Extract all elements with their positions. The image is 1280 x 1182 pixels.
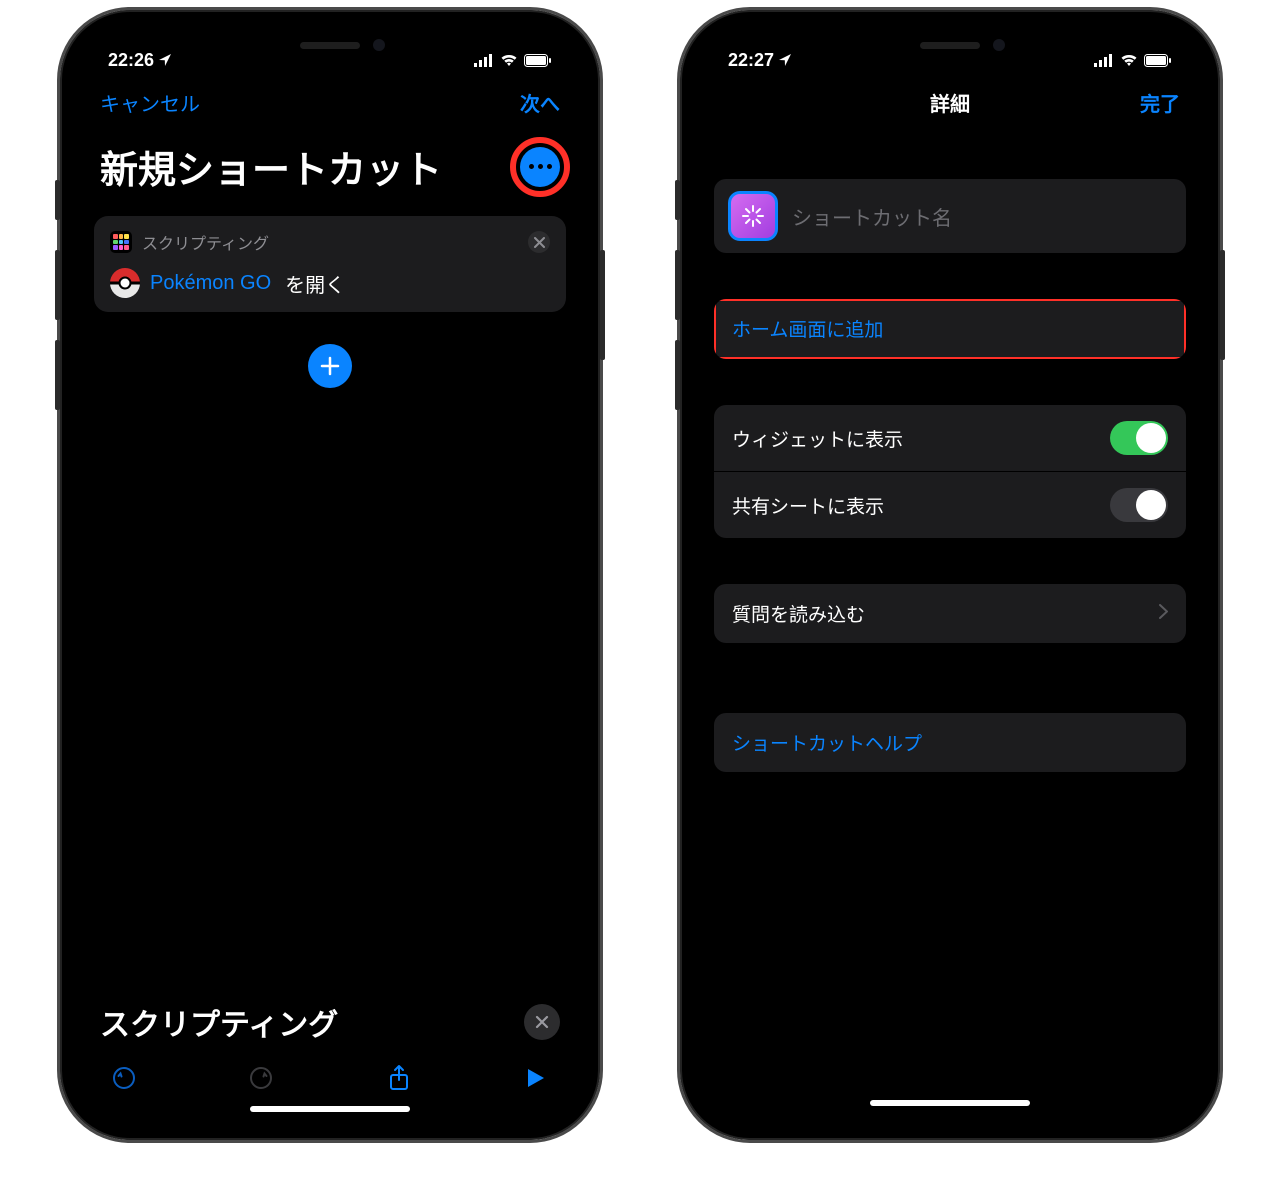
load-questions-row[interactable]: 質問を読み込む <box>714 584 1186 643</box>
title-row: 新規ショートカット <box>78 123 582 208</box>
status-time: 22:27 <box>728 50 774 71</box>
battery-icon <box>524 54 552 67</box>
add-to-home-label: ホーム画面に追加 <box>732 315 1168 342</box>
shortcut-name-input[interactable]: ショートカット名 <box>792 202 1172 231</box>
more-button[interactable] <box>520 147 560 187</box>
share-button[interactable] <box>383 1062 415 1094</box>
wifi-icon <box>1120 54 1138 67</box>
screen-left: 22:26 キャンセル 次へ 新規ショートカッ <box>78 28 582 1122</box>
load-questions-label: 質問を読み込む <box>732 600 1145 627</box>
cellular-icon <box>474 54 494 67</box>
search-category: スクリプティング <box>100 1000 338 1044</box>
cancel-button[interactable]: キャンセル <box>100 88 200 117</box>
annotation-circle <box>510 137 570 197</box>
nav-bar: キャンセル 次へ <box>78 78 582 123</box>
cellular-icon <box>1094 54 1114 67</box>
next-button[interactable]: 次へ <box>520 88 560 117</box>
widget-row: ウィジェットに表示 <box>714 405 1186 472</box>
widget-label: ウィジェットに表示 <box>732 425 1096 452</box>
action-verb: を開く <box>285 269 345 298</box>
help-label: ショートカットヘルプ <box>732 729 1168 756</box>
share-sheet-row: 共有シートに表示 <box>714 472 1186 538</box>
redo-button[interactable] <box>245 1062 277 1094</box>
add-action-button[interactable] <box>308 344 352 388</box>
widget-toggle[interactable] <box>1110 421 1168 455</box>
location-icon <box>778 53 792 67</box>
status-time: 22:26 <box>108 50 154 71</box>
play-button[interactable] <box>520 1062 552 1094</box>
done-button[interactable]: 完了 <box>1130 88 1180 117</box>
glyph-picker[interactable] <box>728 191 778 241</box>
nav-bar: 詳細 完了 <box>698 78 1202 123</box>
home-indicator[interactable] <box>870 1100 1030 1106</box>
scripting-icon <box>110 231 132 253</box>
page-title: 新規ショートカット <box>100 139 442 194</box>
nav-title: 詳細 <box>770 88 1130 117</box>
screen-right: 22:27 詳細 完了 <box>698 28 1202 1122</box>
search-row[interactable]: スクリプティング <box>78 1000 582 1048</box>
chevron-right-icon <box>1159 603 1168 624</box>
undo-button[interactable] <box>108 1062 140 1094</box>
wifi-icon <box>500 54 518 67</box>
battery-icon <box>1144 54 1172 67</box>
location-icon <box>158 53 172 67</box>
card-category: スクリプティング <box>142 230 518 254</box>
toolbar <box>78 1048 582 1102</box>
action-app-name[interactable]: Pokémon GO <box>150 272 271 295</box>
share-sheet-label: 共有シートに表示 <box>732 492 1096 519</box>
help-row[interactable]: ショートカットヘルプ <box>714 713 1186 772</box>
shortcut-name-row[interactable]: ショートカット名 <box>714 179 1186 253</box>
notch <box>840 28 1060 62</box>
action-card[interactable]: スクリプティング Pokémon GO を開く <box>94 216 566 312</box>
pokemon-go-icon <box>110 268 140 298</box>
phone-right: 22:27 詳細 完了 <box>680 10 1220 1140</box>
clear-search-button[interactable] <box>524 1004 560 1040</box>
share-sheet-toggle[interactable] <box>1110 488 1168 522</box>
phone-left: 22:26 キャンセル 次へ 新規ショートカッ <box>60 10 600 1140</box>
home-indicator[interactable] <box>250 1106 410 1112</box>
notch <box>220 28 440 62</box>
remove-action-button[interactable] <box>528 231 550 253</box>
add-to-home-row[interactable]: ホーム画面に追加 <box>714 299 1186 359</box>
